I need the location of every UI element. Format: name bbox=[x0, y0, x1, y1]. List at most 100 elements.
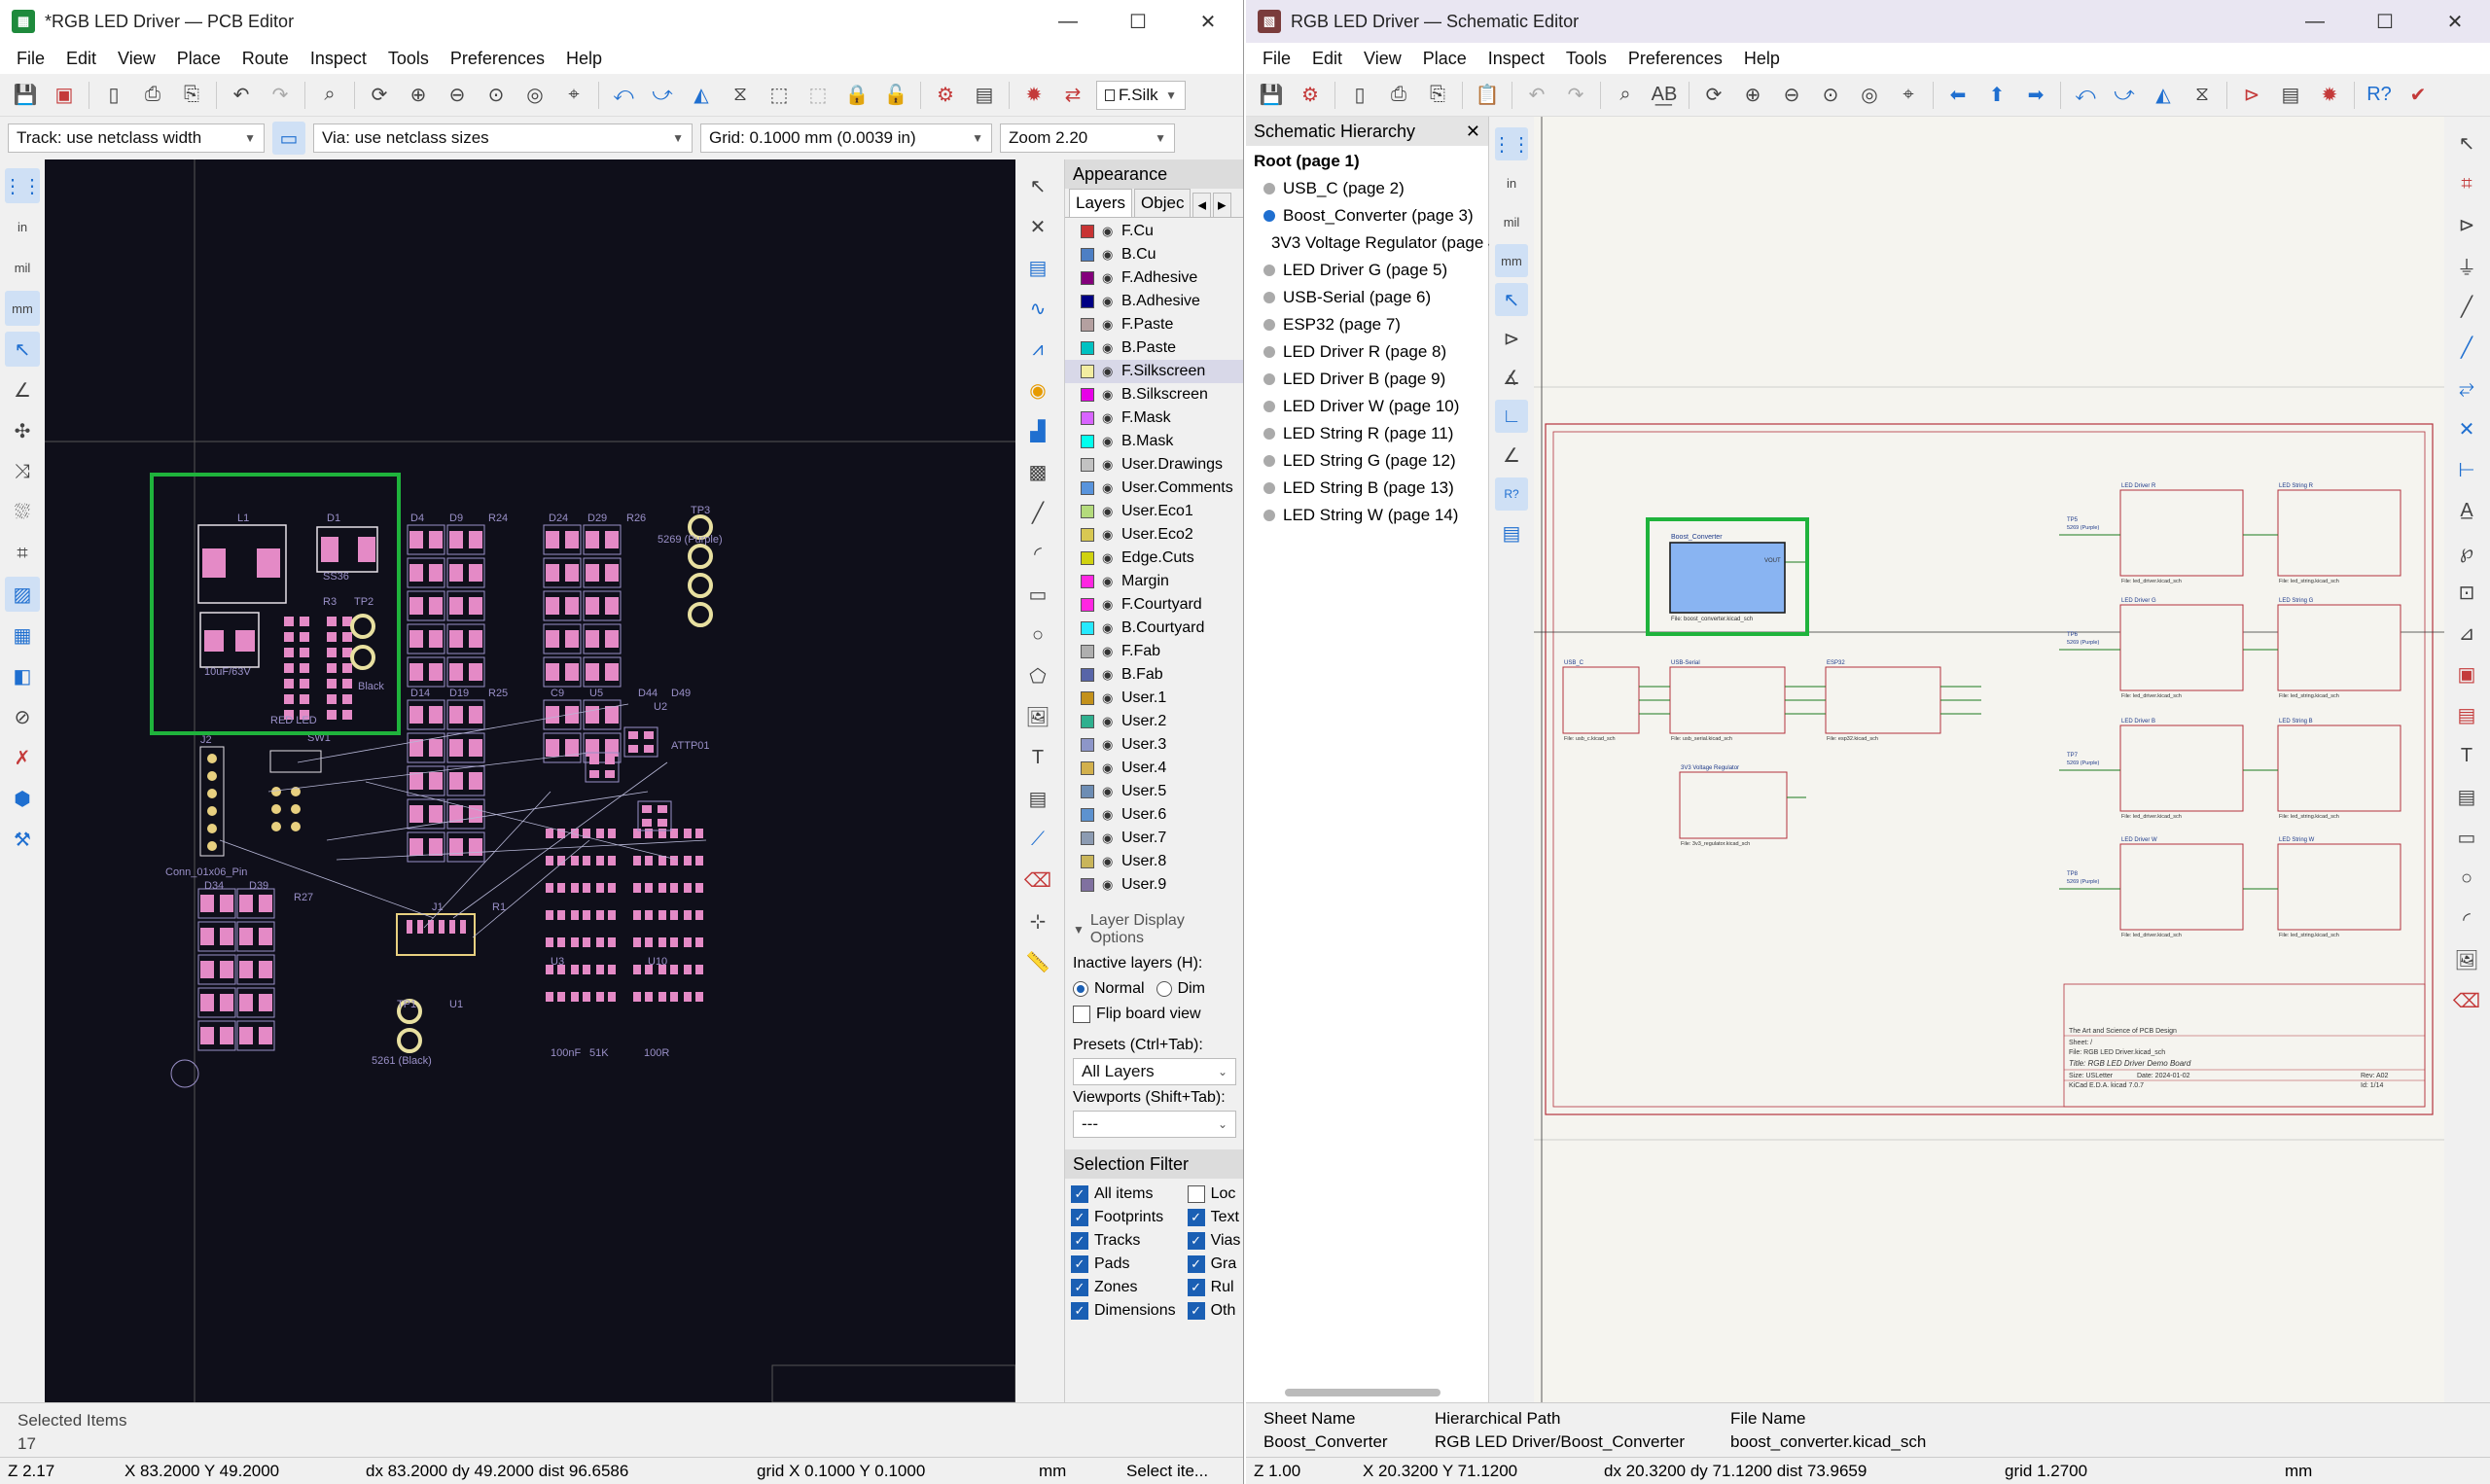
find-replace-icon[interactable]: A͟B bbox=[1648, 79, 1681, 112]
draw-arc-icon[interactable]: ◜ bbox=[1020, 536, 1055, 571]
hierarchy-item[interactable]: LED Driver R (page 8) bbox=[1246, 338, 1488, 366]
selection-filter-item[interactable]: ✓ Oth bbox=[1182, 1299, 1243, 1323]
layer-row[interactable]: ◉ F.Cu bbox=[1065, 220, 1243, 243]
ortho-icon[interactable]: ∟ bbox=[1495, 400, 1528, 433]
layer-color-swatch[interactable] bbox=[1081, 271, 1094, 285]
tab-objects[interactable]: Objec bbox=[1134, 189, 1192, 217]
footprint-assign-icon[interactable]: ✹ bbox=[2313, 79, 2346, 112]
paste-icon[interactable]: 📋 bbox=[1471, 79, 1504, 112]
layer-row[interactable]: ◉ B.Courtyard bbox=[1065, 617, 1243, 640]
hierarchy-item[interactable]: LED String R (page 11) bbox=[1246, 420, 1488, 447]
eye-icon[interactable]: ◉ bbox=[1102, 620, 1118, 636]
selection-filter-item[interactable]: ✓ Pads bbox=[1065, 1253, 1182, 1276]
rotate-ccw-icon[interactable]: ⤺ bbox=[607, 79, 640, 112]
up-icon[interactable]: ⬆ bbox=[1980, 79, 2013, 112]
filter-checkbox[interactable]: ✓ bbox=[1071, 1185, 1088, 1203]
eye-icon[interactable]: ◉ bbox=[1102, 364, 1118, 379]
hierarchy-item[interactable]: USB-Serial (page 6) bbox=[1246, 284, 1488, 311]
hierarchical-label-icon[interactable]: ⊿ bbox=[2449, 616, 2484, 651]
layer-color-swatch[interactable] bbox=[1081, 785, 1094, 798]
via-size-select[interactable]: Via: use netclass sizes ▼ bbox=[313, 124, 693, 153]
eye-icon[interactable]: ◉ bbox=[1102, 504, 1118, 519]
ratsnest-icon[interactable]: ✣ bbox=[5, 413, 40, 448]
layer-row[interactable]: ◉ User.2 bbox=[1065, 710, 1243, 733]
sheet-symbol[interactable] bbox=[2119, 843, 2244, 931]
sheet-pin-icon[interactable]: ▤ bbox=[2449, 697, 2484, 732]
track-display-icon[interactable]: ▨ bbox=[5, 577, 40, 612]
search-icon[interactable]: ⌕ bbox=[313, 79, 346, 112]
units-in-button[interactable]: in bbox=[1495, 166, 1528, 199]
layer-color-swatch[interactable] bbox=[1081, 598, 1094, 612]
rotate-cw-icon[interactable]: ⤻ bbox=[2108, 79, 2141, 112]
layer-row[interactable]: ◉ User.9 bbox=[1065, 873, 1243, 897]
layer-row[interactable]: ◉ User.Eco1 bbox=[1065, 500, 1243, 523]
layer-row[interactable]: ◉ User.1 bbox=[1065, 687, 1243, 710]
symbol-library-icon[interactable]: ▤ bbox=[2274, 79, 2307, 112]
zoom-fit-icon[interactable]: ⊙ bbox=[1814, 79, 1847, 112]
forward-icon[interactable]: ➡ bbox=[2019, 79, 2052, 112]
eye-icon[interactable]: ◉ bbox=[1102, 457, 1118, 473]
layer-row[interactable]: ◉ Margin bbox=[1065, 570, 1243, 593]
eye-icon[interactable]: ◉ bbox=[1102, 737, 1118, 753]
zoom-objects-icon[interactable]: ◎ bbox=[1853, 79, 1886, 112]
unlock-icon[interactable]: 🔓 bbox=[879, 79, 912, 112]
menu-edit[interactable]: Edit bbox=[55, 49, 107, 69]
eye-icon[interactable]: ◉ bbox=[1102, 714, 1118, 729]
sheet-symbol[interactable] bbox=[1562, 666, 1640, 734]
add-footprint-icon[interactable]: ▤ bbox=[1020, 250, 1055, 285]
layer-color-swatch[interactable] bbox=[1081, 715, 1094, 728]
layer-color-swatch[interactable] bbox=[1081, 831, 1094, 845]
layer-color-swatch[interactable] bbox=[1081, 738, 1094, 752]
menu-tools[interactable]: Tools bbox=[377, 49, 440, 69]
lock-icon[interactable]: 🔒 bbox=[840, 79, 873, 112]
sheet-symbol[interactable] bbox=[2277, 604, 2401, 691]
layer-row[interactable]: ◉ User.6 bbox=[1065, 803, 1243, 827]
add-wire-icon[interactable]: ╱ bbox=[2449, 289, 2484, 324]
search-icon[interactable]: ⌕ bbox=[1609, 79, 1642, 112]
menu-inspect[interactable]: Inspect bbox=[300, 49, 377, 69]
add-dimension-icon[interactable]: ⟋ bbox=[1020, 822, 1055, 857]
sheet-symbol[interactable] bbox=[1669, 666, 1786, 734]
layer-color-swatch[interactable] bbox=[1081, 528, 1094, 542]
layer-color-swatch[interactable] bbox=[1081, 248, 1094, 262]
selection-filter-item[interactable]: ✓ Text bbox=[1182, 1206, 1243, 1229]
selection-filter-item[interactable]: ✓ Vias bbox=[1182, 1229, 1243, 1253]
layer-row[interactable]: ◉ User.7 bbox=[1065, 827, 1243, 850]
update-from-schematic-icon[interactable]: ⇄ bbox=[1056, 79, 1089, 112]
eye-icon[interactable]: ◉ bbox=[1102, 270, 1118, 286]
layer-color-swatch[interactable] bbox=[1081, 645, 1094, 658]
filter-checkbox[interactable]: ✓ bbox=[1071, 1209, 1088, 1226]
eye-icon[interactable]: ◉ bbox=[1102, 830, 1118, 846]
layer-row[interactable]: ◉ F.Adhesive bbox=[1065, 266, 1243, 290]
layer-row[interactable]: ◉ F.Courtyard bbox=[1065, 593, 1243, 617]
zoom-in-icon[interactable]: ⊕ bbox=[1736, 79, 1769, 112]
minimize-icon[interactable]: — bbox=[2280, 0, 2350, 43]
menu-preferences[interactable]: Preferences bbox=[440, 49, 555, 69]
eye-icon[interactable]: ◉ bbox=[1102, 434, 1118, 449]
netclass-label-icon[interactable]: ℘ bbox=[2449, 534, 2484, 569]
curved-ratsnest-icon[interactable]: ⤨ bbox=[5, 454, 40, 489]
junction-icon[interactable]: ⊢ bbox=[2449, 452, 2484, 487]
layer-row[interactable]: ◉ B.Adhesive bbox=[1065, 290, 1243, 313]
hierarchy-root[interactable]: Root (page 1) bbox=[1246, 148, 1488, 175]
erc-icon[interactable]: ✔ bbox=[2401, 79, 2435, 112]
pcb-titlebar[interactable]: ▦ *RGB LED Driver — PCB Editor — ☐ ✕ bbox=[0, 0, 1243, 43]
rotate-ccw-icon[interactable]: ⤺ bbox=[2069, 79, 2102, 112]
layer-row[interactable]: ◉ User.4 bbox=[1065, 757, 1243, 780]
flip-board-checkbox[interactable] bbox=[1073, 1006, 1090, 1023]
sheet-symbol[interactable] bbox=[2277, 724, 2401, 812]
pad-display-icon[interactable]: ⌗ bbox=[5, 536, 40, 571]
global-label-icon[interactable]: ⊡ bbox=[2449, 575, 2484, 610]
layer-row[interactable]: ◉ B.Fab bbox=[1065, 663, 1243, 687]
eye-icon[interactable]: ◉ bbox=[1102, 877, 1118, 893]
eye-icon[interactable]: ◉ bbox=[1102, 760, 1118, 776]
print-icon[interactable]: ⎙ bbox=[1382, 79, 1415, 112]
eye-icon[interactable]: ◉ bbox=[1102, 387, 1118, 403]
page-settings-icon[interactable]: ▯ bbox=[97, 79, 130, 112]
zoom-selection-icon[interactable]: ⌖ bbox=[1892, 79, 1925, 112]
menu-preferences[interactable]: Preferences bbox=[1618, 49, 1733, 69]
filter-checkbox[interactable]: ✓ bbox=[1071, 1279, 1088, 1296]
highlight-net-icon[interactable]: ⌗ bbox=[2449, 166, 2484, 201]
measure-icon[interactable]: 📏 bbox=[1020, 944, 1055, 979]
add-zone-icon[interactable]: ▟ bbox=[1020, 413, 1055, 448]
